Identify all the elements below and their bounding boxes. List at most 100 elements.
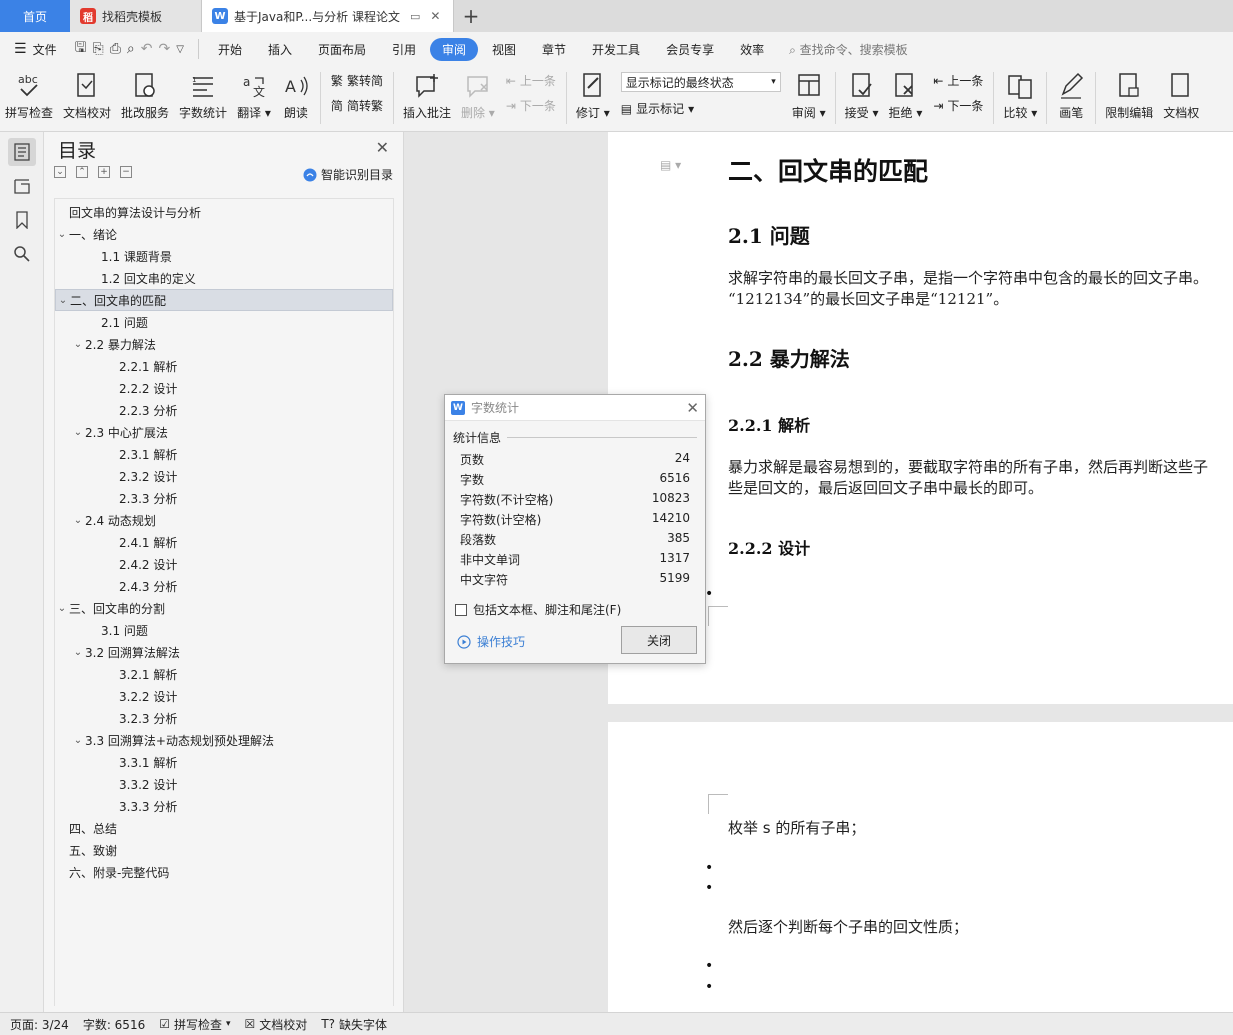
revise-button[interactable]: 修订 ▾ bbox=[571, 70, 615, 121]
smart-toc-button[interactable]: 智能识别目录 bbox=[303, 166, 393, 183]
doc-proof-status[interactable]: ☒ 文档校对 bbox=[245, 1016, 308, 1033]
word-count-indicator[interactable]: 字数: 6516 bbox=[83, 1016, 145, 1033]
markup-state-select[interactable]: 显示标记的最终状态 ▾ bbox=[620, 72, 781, 92]
redo-icon[interactable]: ↷ bbox=[159, 41, 171, 57]
toc-panel-icon[interactable] bbox=[8, 138, 36, 166]
toc-item[interactable]: ⌄ 3.2 回溯算法解法 bbox=[55, 641, 393, 663]
delete-comment-button[interactable]: 删除 ▾ bbox=[456, 70, 500, 121]
toc-item[interactable]: 3.3.3 分析 bbox=[55, 795, 393, 817]
ink-button[interactable]: 画笔 bbox=[1051, 70, 1091, 121]
remove-heading-icon[interactable]: − bbox=[120, 166, 132, 178]
word-count-button[interactable]: 1 字数统计 bbox=[174, 70, 232, 121]
tab-close-icon[interactable]: ✕ bbox=[430, 9, 440, 23]
close-button[interactable]: 关闭 bbox=[621, 626, 697, 654]
chevron-down-icon[interactable]: ⌄ bbox=[71, 647, 85, 658]
dialog-titlebar[interactable]: W 字数统计 ✕ bbox=[445, 395, 705, 421]
chevron-down-icon[interactable]: ⌄ bbox=[56, 295, 70, 306]
toc-item[interactable]: 3.2.1 解析 bbox=[55, 663, 393, 685]
toc-item[interactable]: 2.2.2 设计 bbox=[55, 377, 393, 399]
print-preview-icon[interactable]: ⌕ bbox=[127, 41, 135, 57]
chevron-down-icon[interactable]: ⌄ bbox=[71, 339, 85, 350]
simp-to-trad-button[interactable]: 简简转繁 bbox=[331, 97, 383, 114]
menu-insert[interactable]: 插入 bbox=[256, 38, 304, 61]
toc-item[interactable]: 六、附录-完整代码 bbox=[55, 861, 393, 883]
chevron-down-icon[interactable]: ⌄ bbox=[71, 515, 85, 526]
prev-change-button[interactable]: ⇤ 上一条 bbox=[933, 72, 983, 89]
next-change-button[interactable]: ⇥ 下一条 bbox=[933, 97, 983, 114]
toc-item[interactable]: 1.2 回文串的定义 bbox=[55, 267, 393, 289]
translate-button[interactable]: a文 翻译 ▾ bbox=[232, 70, 276, 121]
toc-item[interactable]: 3.2.2 设计 bbox=[55, 685, 393, 707]
toc-item[interactable]: 2.1 问题 bbox=[55, 311, 393, 333]
save-icon[interactable]: 🖫 bbox=[75, 37, 87, 61]
find-icon[interactable] bbox=[8, 240, 36, 268]
paragraph-menu-icon[interactable]: ▤ ▾ bbox=[660, 158, 681, 172]
toc-item[interactable]: 2.2.3 分析 bbox=[55, 399, 393, 421]
collapse-all-icon[interactable]: ⌄ bbox=[54, 166, 66, 178]
menu-references[interactable]: 引用 bbox=[380, 38, 428, 61]
checkbox-box[interactable] bbox=[455, 603, 467, 616]
toc-item[interactable]: ⌄ 一、绪论 bbox=[55, 223, 393, 245]
compare-button[interactable]: 比较 ▾ bbox=[998, 70, 1042, 121]
toc-item[interactable]: ⌄ 2.3 中心扩展法 bbox=[55, 421, 393, 443]
toc-item[interactable]: 五、致谢 bbox=[55, 839, 393, 861]
tips-link[interactable]: 操作技巧 bbox=[457, 633, 525, 650]
chevron-down-icon[interactable]: ⌄ bbox=[55, 603, 69, 614]
toc-item[interactable]: ⌄ 3.3 回溯算法+动态规划预处理解法 bbox=[55, 729, 393, 751]
insert-comment-button[interactable]: 插入批注 bbox=[398, 70, 456, 121]
menu-section[interactable]: 章节 bbox=[530, 38, 578, 61]
add-heading-icon[interactable]: + bbox=[98, 166, 110, 178]
undo-icon[interactable]: ↶ bbox=[141, 41, 153, 57]
dialog-close-icon[interactable]: ✕ bbox=[686, 399, 699, 417]
read-aloud-button[interactable]: A 朗读 bbox=[276, 70, 316, 121]
spell-check-button[interactable]: abc 拼写检查 bbox=[0, 70, 58, 121]
customize-chevron-icon[interactable]: ▽ bbox=[176, 44, 184, 55]
toc-item[interactable]: 3.1 问题 bbox=[55, 619, 393, 641]
restrict-edit-button[interactable]: 限制编辑 bbox=[1100, 70, 1158, 121]
show-markup-button[interactable]: ▤ 显示标记 ▾ bbox=[621, 100, 781, 117]
toc-item[interactable]: 2.3.2 设计 bbox=[55, 465, 393, 487]
menu-review[interactable]: 审阅 bbox=[430, 37, 479, 61]
reject-button[interactable]: 拒绝 ▾ bbox=[883, 70, 927, 121]
toc-item[interactable]: 四、总结 bbox=[55, 817, 393, 839]
toc-item[interactable]: 2.2.1 解析 bbox=[55, 355, 393, 377]
section-nav-icon[interactable] bbox=[8, 172, 36, 200]
doc-rights-button[interactable]: 文档权 bbox=[1158, 70, 1204, 121]
bookmark-icon[interactable] bbox=[8, 206, 36, 234]
approve-service-button[interactable]: 批改服务 bbox=[116, 70, 174, 121]
toc-item[interactable]: 2.4.3 分析 bbox=[55, 575, 393, 597]
tab-template[interactable]: 稻 找稻壳模板 bbox=[70, 0, 202, 32]
toc-item[interactable]: 2.3.3 分析 bbox=[55, 487, 393, 509]
chevron-down-icon[interactable]: ⌄ bbox=[71, 427, 85, 438]
menu-view[interactable]: 视图 bbox=[480, 38, 528, 61]
menu-efficiency[interactable]: 效率 bbox=[728, 38, 776, 61]
prev-comment-button[interactable]: ⇤ 上一条 bbox=[506, 72, 556, 89]
menu-layout[interactable]: 页面布局 bbox=[306, 38, 378, 61]
command-search[interactable]: ⌕ 查找命令、搜索模板 bbox=[789, 41, 908, 58]
toc-item[interactable]: 2.3.1 解析 bbox=[55, 443, 393, 465]
menu-home[interactable]: 开始 bbox=[206, 38, 254, 61]
tab-document[interactable]: W 基于Java和P...与分析 课程论文 ▭ ✕ bbox=[202, 0, 454, 32]
chevron-down-icon[interactable]: ⌄ bbox=[55, 229, 69, 240]
doc-proof-button[interactable]: 文档校对 bbox=[58, 70, 116, 121]
spell-check-status[interactable]: ☑ 拼写检查 ▾ bbox=[159, 1016, 230, 1033]
export-pdf-icon[interactable]: ⎘ bbox=[93, 41, 104, 57]
toc-item[interactable]: ⌄ 三、回文串的分割 bbox=[55, 597, 393, 619]
toc-item[interactable]: 1.1 课题背景 bbox=[55, 245, 393, 267]
toc-item[interactable]: 回文串的算法设计与分析 bbox=[55, 201, 393, 223]
missing-font-status[interactable]: T? 缺失字体 bbox=[321, 1016, 387, 1033]
page-indicator[interactable]: 页面: 3/24 bbox=[10, 1016, 69, 1033]
toc-item[interactable]: ⌄ 二、回文串的匹配 bbox=[55, 289, 393, 311]
toc-item[interactable]: 2.4.1 解析 bbox=[55, 531, 393, 553]
next-comment-button[interactable]: ⇥ 下一条 bbox=[506, 97, 556, 114]
include-textbox-checkbox[interactable]: 包括文本框、脚注和尾注(F) bbox=[455, 601, 621, 618]
toc-item[interactable]: 2.4.2 设计 bbox=[55, 553, 393, 575]
expand-up-icon[interactable]: ⌃ bbox=[76, 166, 88, 178]
window-pin-icon[interactable]: ▭ bbox=[410, 10, 420, 23]
menu-developer[interactable]: 开发工具 bbox=[580, 38, 652, 61]
document-page-2[interactable]: 枚举 s 的所有子串； • • 然后逐个判断每个子串的回文性质； • • bbox=[608, 722, 1233, 1012]
tab-home[interactable]: 首页 bbox=[0, 0, 70, 32]
new-tab-button[interactable]: + bbox=[454, 0, 488, 32]
toc-item[interactable]: ⌄ 2.4 动态规划 bbox=[55, 509, 393, 531]
file-menu[interactable]: ☰ 文件 bbox=[0, 41, 67, 58]
